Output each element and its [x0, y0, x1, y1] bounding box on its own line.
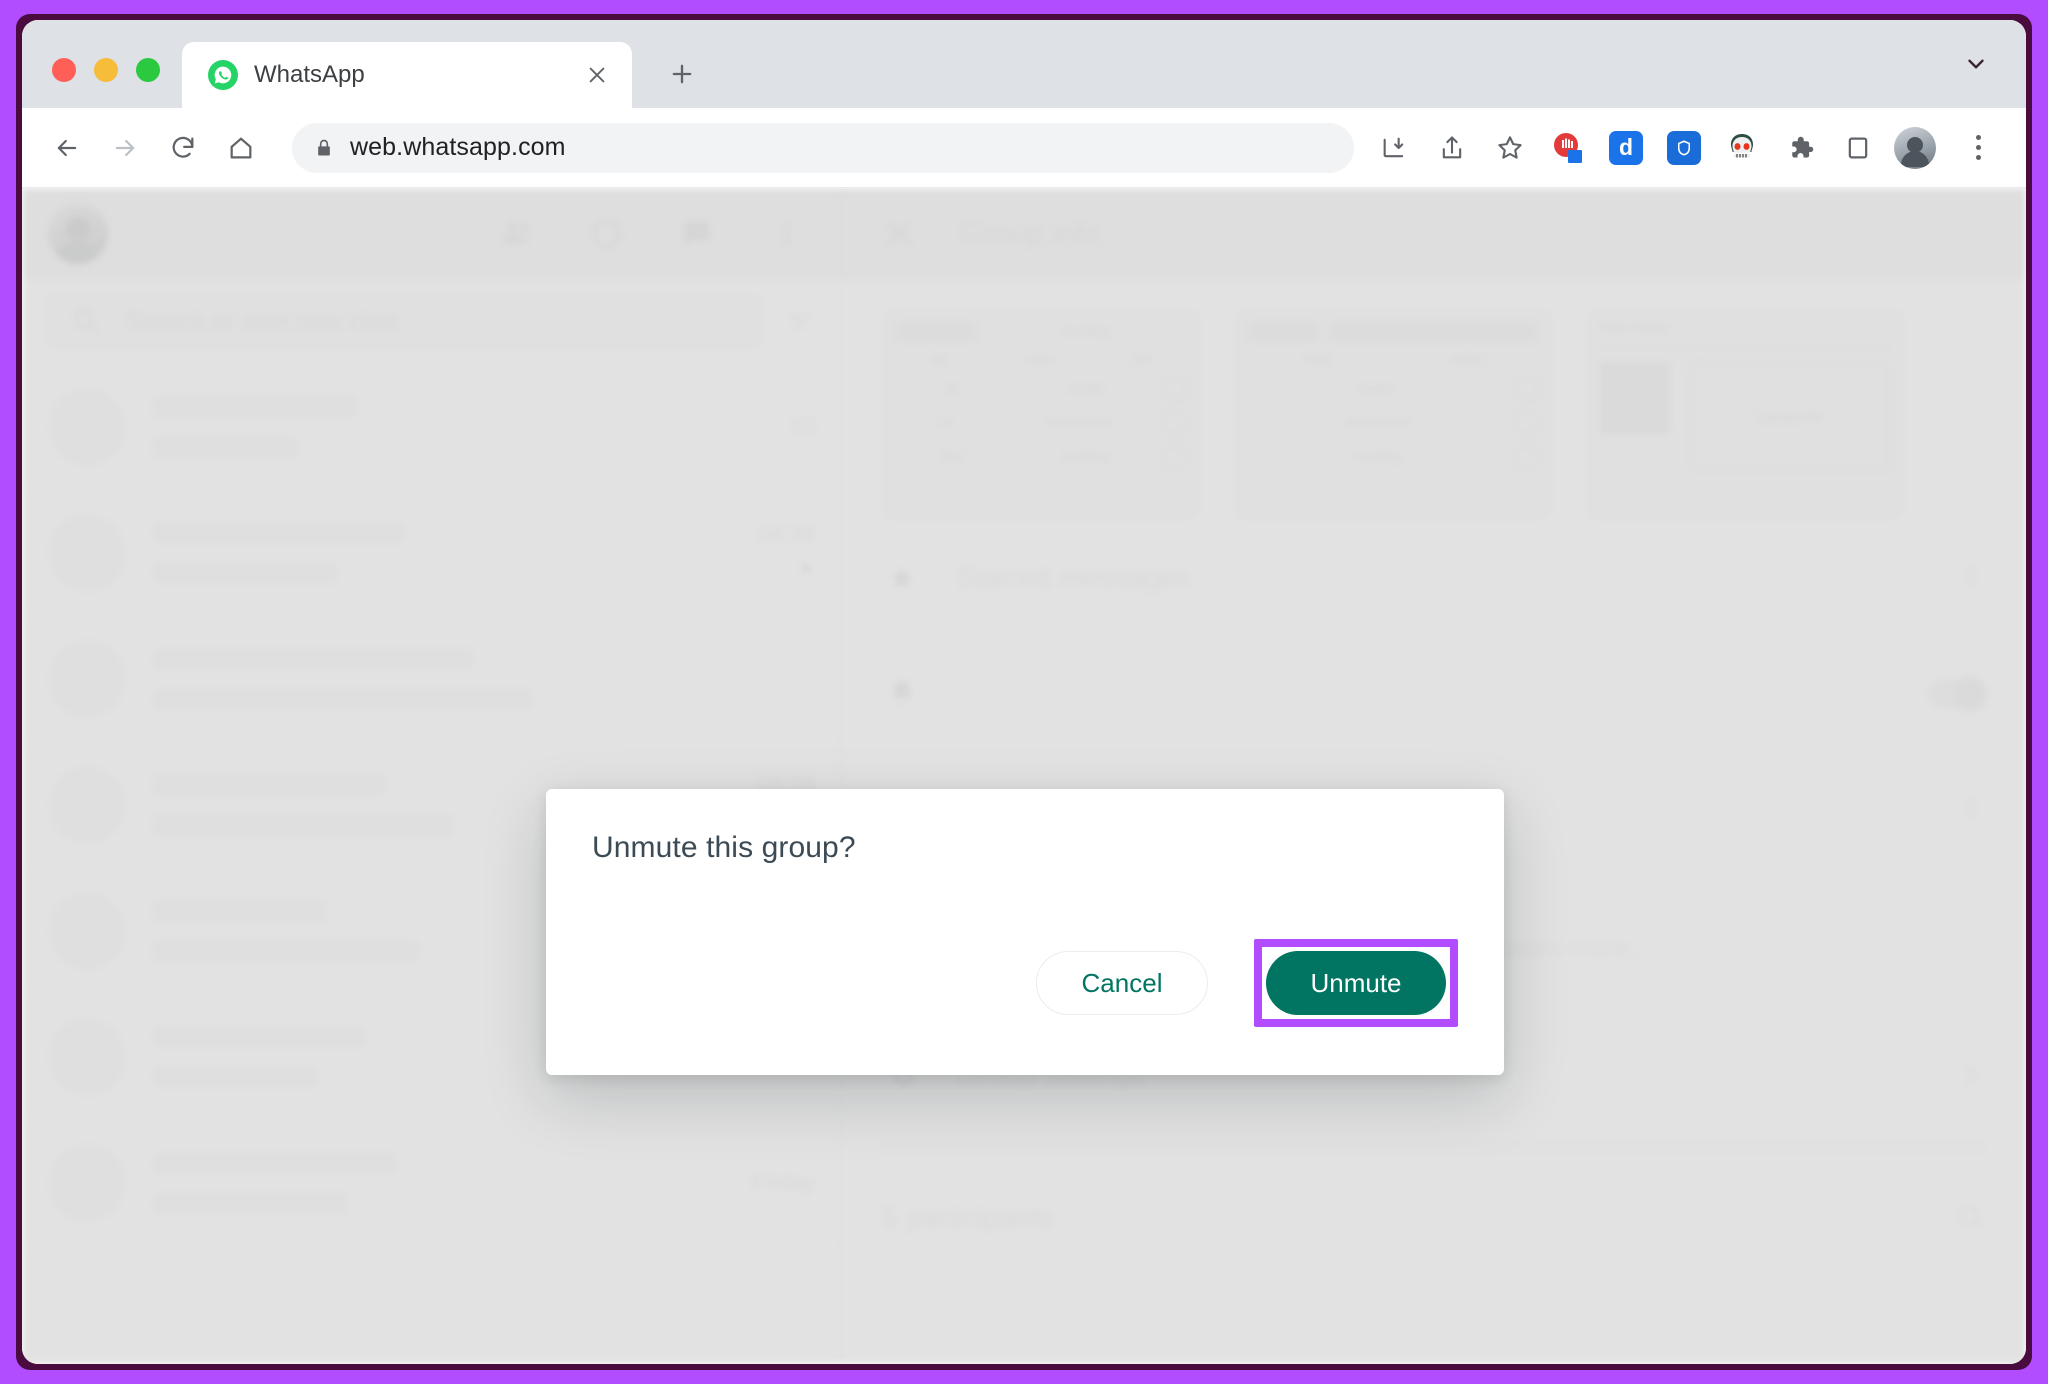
minimize-window-button[interactable]	[94, 58, 118, 82]
whatsapp-icon	[208, 60, 238, 90]
side-panel-icon[interactable]	[1836, 126, 1880, 170]
puzzle-extensions-icon[interactable]	[1778, 126, 1822, 170]
kebab-menu-icon[interactable]	[1956, 126, 2000, 170]
forward-arrow-icon[interactable]	[98, 121, 152, 175]
browser-tab-title: WhatsApp	[254, 61, 365, 88]
window-controls	[22, 58, 182, 108]
chevron-down-icon[interactable]	[1956, 44, 1996, 84]
unmute-button[interactable]: Unmute	[1266, 951, 1446, 1015]
dashlane-extension-icon[interactable]: d	[1604, 126, 1648, 170]
unmute-button-highlight: Unmute	[1254, 939, 1458, 1027]
close-window-button[interactable]	[52, 58, 76, 82]
address-bar-url: web.whatsapp.com	[350, 133, 566, 161]
web-page-content: Search or start new chat 10 04:39 08:08 …	[22, 188, 2026, 1364]
skull-extension-icon[interactable]	[1720, 126, 1764, 170]
cancel-button[interactable]: Cancel	[1036, 951, 1208, 1015]
maximize-window-button[interactable]	[136, 58, 160, 82]
shield-extension-icon[interactable]	[1662, 126, 1706, 170]
browser-window: WhatsApp web.whatsapp.com d Search or st…	[22, 20, 2026, 1364]
close-tab-button[interactable]	[580, 58, 614, 92]
dialog-title: Unmute this group?	[592, 831, 856, 864]
star-icon[interactable]	[1488, 126, 1532, 170]
browser-toolbar: web.whatsapp.com d	[22, 108, 2026, 188]
unmute-button-highlight-inner: Unmute	[1262, 947, 1450, 1019]
browser-tab-whatsapp[interactable]: WhatsApp	[182, 42, 632, 108]
share-icon[interactable]	[1430, 126, 1474, 170]
back-arrow-icon[interactable]	[40, 121, 94, 175]
home-icon[interactable]	[214, 121, 268, 175]
modal-scrim[interactable]	[22, 188, 2026, 1364]
new-tab-button[interactable]	[654, 46, 710, 102]
lock-icon	[314, 137, 334, 159]
browser-tab-strip: WhatsApp	[22, 20, 2026, 108]
screenshot-root: WhatsApp web.whatsapp.com d Search or st…	[0, 0, 2048, 1384]
profile-avatar[interactable]	[1894, 126, 1936, 169]
dialog-actions: Cancel Unmute	[592, 939, 1458, 1027]
install-app-icon[interactable]	[1372, 126, 1416, 170]
reload-icon[interactable]	[156, 121, 210, 175]
adblock-extension-icon[interactable]	[1546, 126, 1590, 170]
address-bar[interactable]: web.whatsapp.com	[292, 122, 1354, 173]
toolbar-icon-group: d	[1372, 126, 2000, 170]
unmute-group-dialog: Unmute this group? Cancel Unmute	[546, 789, 1504, 1075]
